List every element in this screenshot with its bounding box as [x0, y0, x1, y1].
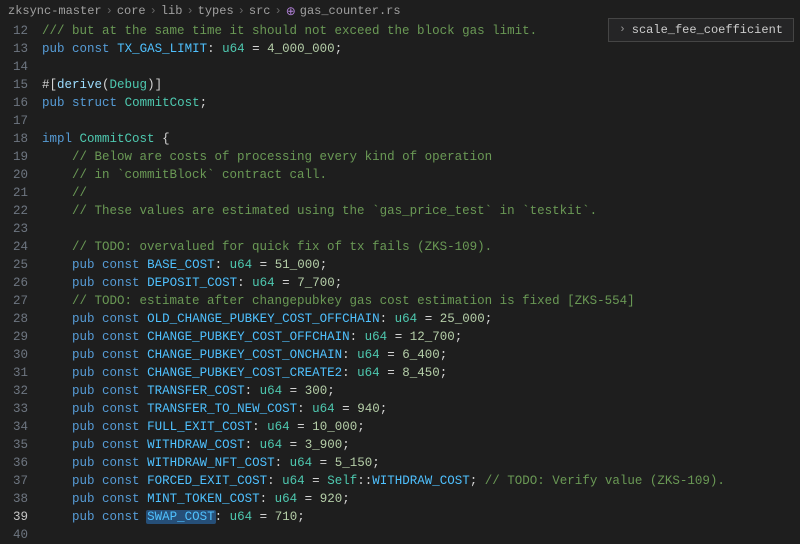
line-number: 21 [0, 184, 28, 202]
line-number: 29 [0, 328, 28, 346]
code-line[interactable]: pub const OLD_CHANGE_PUBKEY_COST_OFFCHAI… [40, 310, 800, 328]
code-line[interactable]: pub struct CommitCost; [40, 94, 800, 112]
code-line[interactable]: #[derive(Debug)] [40, 76, 800, 94]
line-number: 39 [0, 508, 28, 526]
code-line[interactable]: pub const WITHDRAW_NFT_COST: u64 = 5_150… [40, 454, 800, 472]
line-number: 14 [0, 58, 28, 76]
line-number: 27 [0, 292, 28, 310]
line-number: 25 [0, 256, 28, 274]
line-number: 23 [0, 220, 28, 238]
code-line[interactable]: pub const TRANSFER_COST: u64 = 300; [40, 382, 800, 400]
code-line[interactable]: pub const SWAP_COST: u64 = 710; [40, 508, 800, 526]
line-number: 33 [0, 400, 28, 418]
chevron-right-icon: › [186, 4, 193, 18]
line-number: 31 [0, 364, 28, 382]
chevron-right-icon: › [106, 4, 113, 18]
line-number: 35 [0, 436, 28, 454]
code-editor[interactable]: 12 13 14 15 16 17 18 19 20 21 22 23 24 2… [0, 22, 800, 537]
code-line[interactable] [40, 58, 800, 76]
code-line[interactable]: // Below are costs of processing every k… [40, 148, 800, 166]
rust-file-icon: ⊕ [286, 4, 296, 19]
line-number: 13 [0, 40, 28, 58]
line-number: 38 [0, 490, 28, 508]
code-line[interactable] [40, 526, 800, 544]
code-line[interactable]: // TODO: overvalued for quick fix of tx … [40, 238, 800, 256]
chevron-right-icon: › [238, 4, 245, 18]
line-number: 20 [0, 166, 28, 184]
line-number-gutter: 12 13 14 15 16 17 18 19 20 21 22 23 24 2… [0, 22, 40, 537]
line-number: 15 [0, 76, 28, 94]
line-number: 22 [0, 202, 28, 220]
line-number: 16 [0, 94, 28, 112]
line-number: 30 [0, 346, 28, 364]
line-number: 19 [0, 148, 28, 166]
code-line[interactable]: pub const CHANGE_PUBKEY_COST_CREATE2: u6… [40, 364, 800, 382]
breadcrumb-item[interactable]: lib [161, 4, 183, 18]
line-number: 32 [0, 382, 28, 400]
line-number: 24 [0, 238, 28, 256]
line-number: 36 [0, 454, 28, 472]
code-line[interactable]: // TODO: estimate after changepubkey gas… [40, 292, 800, 310]
line-number: 28 [0, 310, 28, 328]
breadcrumb-item[interactable]: core [117, 4, 146, 18]
reference-label: scale_fee_coefficient [632, 23, 783, 37]
line-number: 40 [0, 526, 28, 544]
code-line[interactable]: pub const WITHDRAW_COST: u64 = 3_900; [40, 436, 800, 454]
line-number: 37 [0, 472, 28, 490]
code-line[interactable]: pub const FULL_EXIT_COST: u64 = 10_000; [40, 418, 800, 436]
code-line[interactable]: pub const CHANGE_PUBKEY_COST_ONCHAIN: u6… [40, 346, 800, 364]
line-number: 12 [0, 22, 28, 40]
code-line[interactable]: pub const BASE_COST: u64 = 51_000; [40, 256, 800, 274]
code-content[interactable]: /// but at the same time it should not e… [40, 22, 800, 537]
reference-peek-popup[interactable]: › scale_fee_coefficient [608, 18, 794, 42]
line-number: 18 [0, 130, 28, 148]
code-line[interactable]: pub const TX_GAS_LIMIT: u64 = 4_000_000; [40, 40, 800, 58]
chevron-right-icon: › [619, 24, 626, 36]
breadcrumb-item[interactable]: types [198, 4, 234, 18]
breadcrumb-item[interactable]: zksync-master [8, 4, 102, 18]
code-line[interactable]: // in `commitBlock` contract call. [40, 166, 800, 184]
code-line[interactable] [40, 220, 800, 238]
code-line[interactable]: pub const MINT_TOKEN_COST: u64 = 920; [40, 490, 800, 508]
line-number: 34 [0, 418, 28, 436]
code-line[interactable]: impl CommitCost { [40, 130, 800, 148]
chevron-right-icon: › [274, 4, 281, 18]
code-line[interactable]: pub const FORCED_EXIT_COST: u64 = Self::… [40, 472, 800, 490]
code-line[interactable]: // These values are estimated using the … [40, 202, 800, 220]
line-number: 26 [0, 274, 28, 292]
breadcrumb-item[interactable]: gas_counter.rs [300, 4, 401, 18]
line-number: 17 [0, 112, 28, 130]
chevron-right-icon: › [150, 4, 157, 18]
code-line[interactable]: pub const CHANGE_PUBKEY_COST_OFFCHAIN: u… [40, 328, 800, 346]
code-line[interactable]: pub const TRANSFER_TO_NEW_COST: u64 = 94… [40, 400, 800, 418]
code-line[interactable]: // [40, 184, 800, 202]
breadcrumb-item[interactable]: src [249, 4, 271, 18]
code-line[interactable] [40, 112, 800, 130]
code-line[interactable]: pub const DEPOSIT_COST: u64 = 7_700; [40, 274, 800, 292]
